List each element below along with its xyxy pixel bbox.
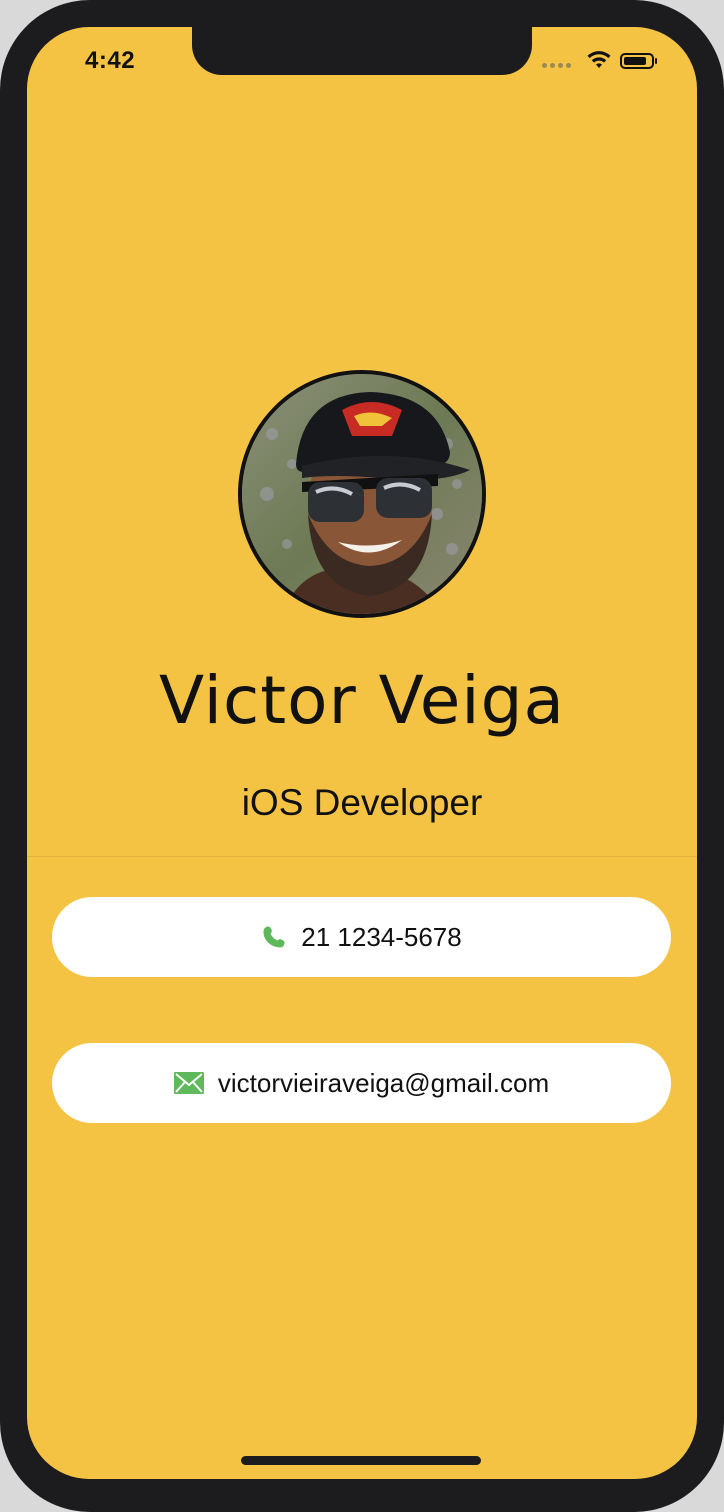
section-divider	[27, 856, 697, 857]
email-contact-button[interactable]: victorvieiraveiga@gmail.com	[52, 1043, 671, 1123]
envelope-icon	[173, 1072, 204, 1094]
device-notch	[192, 27, 532, 75]
status-time: 4:42	[85, 47, 136, 74]
phone-icon	[263, 926, 285, 948]
email-address: victorvieiraveiga@gmail.com	[217, 1067, 550, 1098]
profile-photo	[242, 374, 482, 614]
phone-number: 21 1234-5678	[301, 921, 462, 952]
battery-level	[624, 57, 646, 65]
device-frame: 4:42 Victor Veiga iOS Developer 21 1234-…	[0, 0, 724, 1512]
wifi-icon	[587, 51, 611, 68]
profile-name: Victor Veiga	[158, 662, 565, 739]
cellular-signal-icon	[542, 63, 571, 68]
battery-icon	[620, 53, 657, 69]
avatar	[238, 370, 486, 618]
app-screen: 4:42 Victor Veiga iOS Developer 21 1234-…	[27, 27, 697, 1479]
phone-contact-button[interactable]: 21 1234-5678	[52, 897, 671, 977]
status-icons	[542, 49, 672, 75]
profile-title: iOS Developer	[241, 782, 483, 823]
home-indicator[interactable]	[241, 1456, 481, 1465]
